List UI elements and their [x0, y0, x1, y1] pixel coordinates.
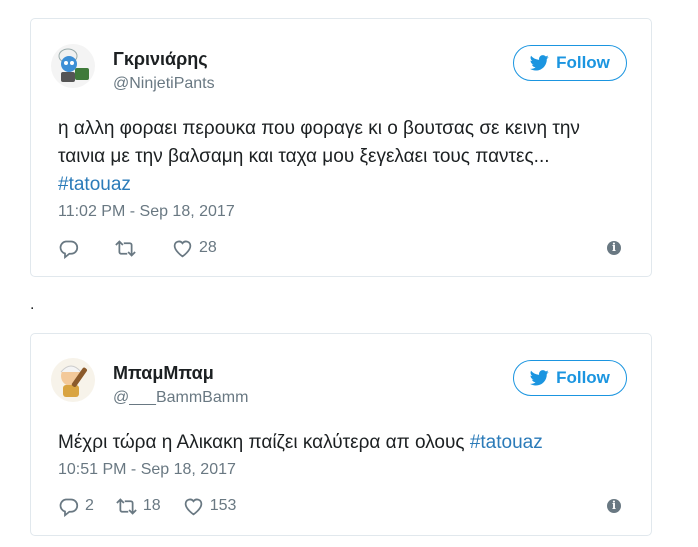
retweet-count: 18 — [142, 497, 161, 514]
info-icon[interactable]: i — [607, 499, 621, 513]
avatar[interactable] — [51, 358, 95, 402]
info-icon[interactable]: i — [607, 241, 621, 255]
smurf-avatar-icon — [51, 44, 95, 88]
display-name[interactable]: Γκρινιάρης — [113, 49, 208, 70]
reply-action[interactable] — [58, 238, 85, 259]
follow-button[interactable]: Follow — [513, 360, 627, 396]
hashtag-link[interactable]: #tatouaz — [470, 432, 543, 453]
avatar[interactable] — [51, 44, 95, 88]
tweet-card: Γκρινιάρης @NinjetiPants Follow η αλλη φ… — [30, 18, 652, 277]
twitter-bird-icon — [530, 55, 549, 71]
follow-label: Follow — [556, 368, 610, 387]
heart-icon — [184, 498, 202, 515]
like-action[interactable]: 28 — [172, 238, 217, 259]
retweet-icon — [116, 497, 137, 515]
reply-action[interactable]: 2 — [58, 496, 94, 517]
hashtag-link[interactable]: #tatouaz — [58, 174, 131, 195]
like-action[interactable]: 153 — [183, 496, 237, 517]
like-count: 28 — [199, 239, 217, 256]
twitter-bird-icon — [530, 370, 549, 386]
reply-icon — [59, 240, 79, 259]
reply-count: 2 — [85, 497, 94, 514]
follow-label: Follow — [556, 53, 610, 72]
action-bar: 2 18 153 — [58, 494, 236, 518]
timestamp[interactable]: 10:51 PM - Sep 18, 2017 — [58, 461, 236, 479]
action-bar: 28 — [58, 236, 217, 260]
tweet-body: η αλλη φοραει περουκα που φοραγε κι ο βο… — [58, 118, 580, 167]
retweet-action[interactable] — [115, 238, 142, 259]
separator-text: . — [30, 296, 35, 313]
follow-button[interactable]: Follow — [513, 45, 627, 81]
reply-icon — [59, 498, 79, 517]
retweet-action[interactable]: 18 — [116, 496, 161, 517]
heart-icon — [173, 240, 192, 257]
tweet-text: Μέχρι τώρα η Αλικακη παίζει καλύτερα απ … — [58, 429, 621, 457]
retweet-icon — [115, 239, 136, 257]
tweet-card: ΜπαμΜπαμ @___BammBamm Follow Μέχρι τώρα … — [30, 333, 652, 536]
tweet-text: η αλλη φοραει περουκα που φοραγε κι ο βο… — [58, 115, 621, 199]
bammbamm-avatar-icon — [51, 358, 95, 402]
like-count: 153 — [209, 497, 237, 514]
handle[interactable]: @NinjetiPants — [113, 75, 215, 93]
timestamp[interactable]: 11:02 PM - Sep 18, 2017 — [58, 203, 235, 221]
display-name[interactable]: ΜπαμΜπαμ — [113, 363, 214, 384]
tweet-body: Μέχρι τώρα η Αλικακη παίζει καλύτερα απ … — [58, 432, 470, 453]
handle[interactable]: @___BammBamm — [113, 389, 248, 407]
